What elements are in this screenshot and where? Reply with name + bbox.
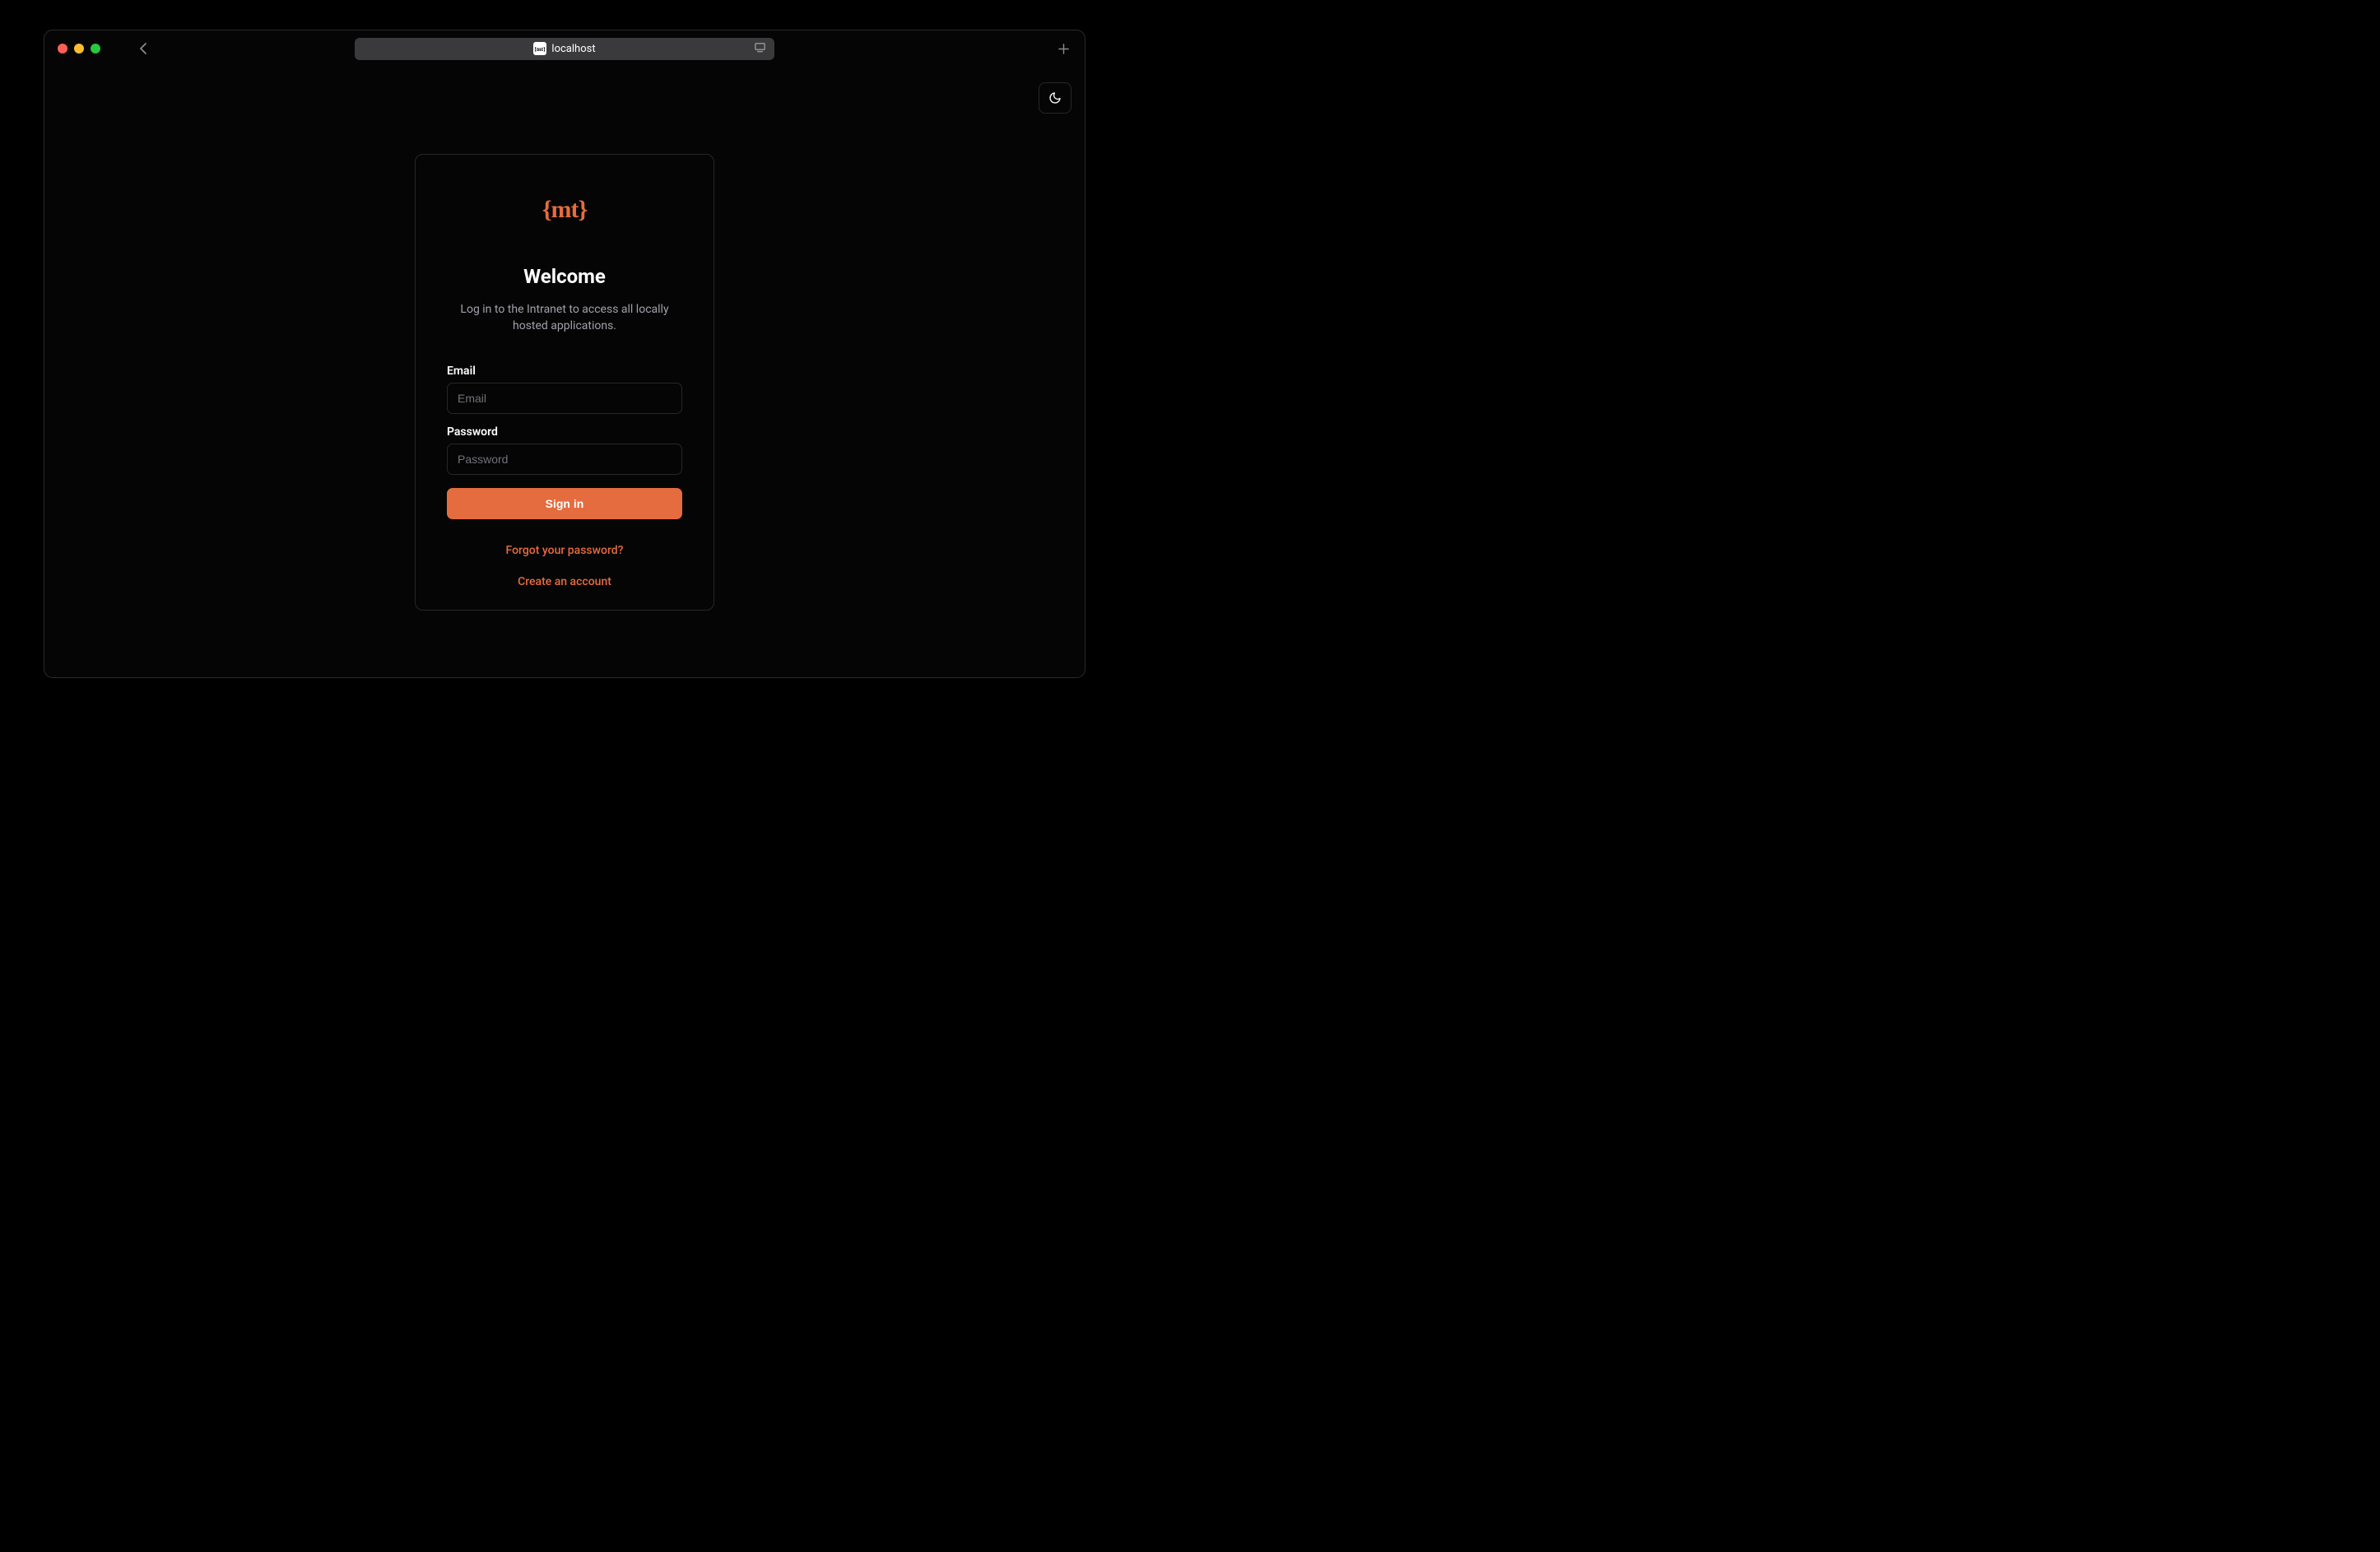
create-account-link[interactable]: Create an account (447, 575, 682, 588)
url-text: localhost (551, 43, 595, 55)
window-maximize-button[interactable] (91, 44, 100, 53)
reader-mode-icon[interactable] (754, 41, 766, 57)
forgot-password-link[interactable]: Forgot your password? (447, 544, 682, 557)
chevron-left-icon (138, 42, 148, 55)
brand-logo: {mt} (447, 196, 682, 224)
password-field[interactable] (447, 444, 682, 475)
svg-text:{mt}: {mt} (535, 46, 545, 53)
password-group: Password (447, 425, 682, 475)
browser-window: {mt} localhost {mt} Welcome (44, 30, 1085, 678)
login-card: {mt} Welcome Log in to the Intranet to a… (415, 154, 714, 611)
page-subtitle: Log in to the Intranet to access all loc… (447, 301, 682, 335)
window-close-button[interactable] (58, 44, 67, 53)
browser-url-bar[interactable]: {mt} localhost (355, 38, 774, 60)
plus-icon (1058, 43, 1070, 55)
new-tab-button[interactable] (1055, 40, 1071, 57)
email-group: Email (447, 365, 682, 414)
email-label: Email (447, 365, 682, 378)
browser-back-button[interactable] (132, 37, 155, 60)
sign-in-button[interactable]: Sign in (447, 488, 682, 519)
page-content: {mt} Welcome Log in to the Intranet to a… (44, 67, 1085, 677)
page-title: Welcome (447, 265, 682, 288)
window-minimize-button[interactable] (74, 44, 84, 53)
browser-titlebar: {mt} localhost (44, 30, 1085, 67)
site-favicon-icon: {mt} (533, 42, 546, 55)
email-field[interactable] (447, 383, 682, 414)
password-label: Password (447, 425, 682, 439)
traffic-lights (58, 44, 100, 53)
